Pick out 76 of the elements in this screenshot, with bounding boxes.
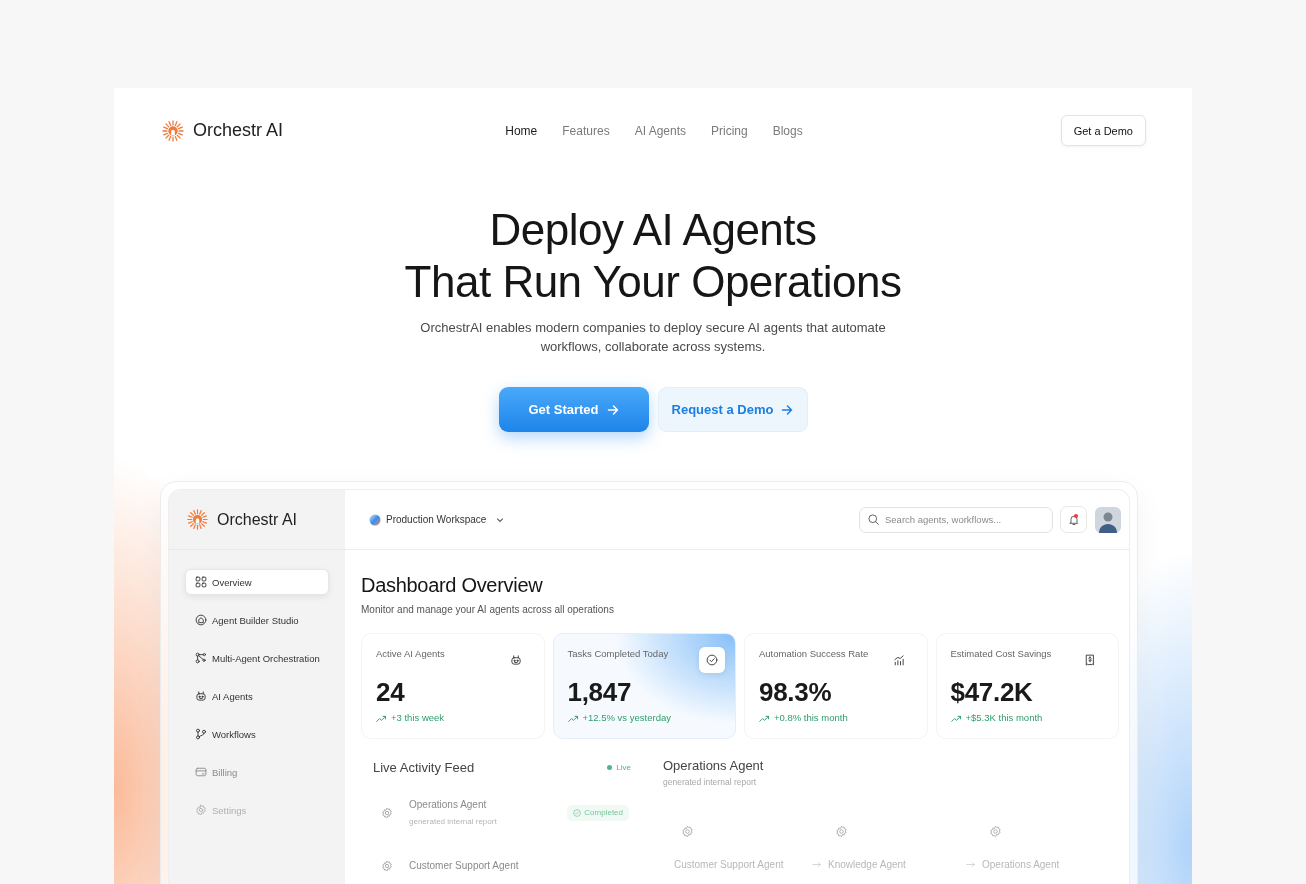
stat-value: 1,847 bbox=[567, 678, 633, 706]
stat-trend: +3 this week bbox=[391, 712, 445, 724]
stat-label: Active AI Agents bbox=[376, 648, 445, 659]
activity-description: generated internal report bbox=[409, 817, 497, 827]
nav-link[interactable]: Pricing bbox=[711, 123, 748, 138]
agent-name: Customer Support Agent bbox=[409, 860, 519, 872]
arrow-right-icon bbox=[966, 861, 976, 868]
feed-title: Live Activity Feed bbox=[373, 760, 475, 775]
grid-icon bbox=[195, 576, 207, 588]
stat-label: Estimated Cost Savings bbox=[950, 648, 1052, 659]
arrow-right-icon bbox=[781, 403, 794, 416]
hero-subtitle: OrchestrAI enables modern companies to deploy secure AI agents that automate workflows, collaborate across systems. bbox=[419, 319, 887, 356]
nav-link[interactable]: Blogs bbox=[772, 123, 803, 138]
dashboard-subtitle: Monitor and manage your AI agents across all operations bbox=[361, 604, 615, 616]
hero-title-line: That Run Your Operations bbox=[404, 256, 902, 308]
robot-icon bbox=[195, 690, 207, 702]
sidebar-item[interactable]: Agent Builder Studio bbox=[185, 607, 329, 633]
gear-icon bbox=[989, 825, 1002, 838]
settings-icon bbox=[195, 804, 207, 816]
brand-name: Orchestr AI bbox=[193, 120, 284, 141]
gear-icon bbox=[835, 825, 848, 838]
receipt-icon bbox=[1084, 654, 1096, 666]
nodes-icon bbox=[195, 652, 207, 664]
sunburst-logo-icon bbox=[187, 509, 208, 530]
dashboard-title: Dashboard Overview bbox=[361, 574, 544, 597]
agent-node-label: Operations Agent bbox=[982, 859, 1060, 871]
sidebar-item[interactable]: Workflows bbox=[185, 721, 329, 747]
check-circle-icon bbox=[573, 809, 582, 817]
get-demo-button[interactable]: Get a Demo bbox=[1060, 115, 1146, 146]
brand-name: Orchestr AI bbox=[217, 510, 298, 529]
gradient-orb-icon bbox=[369, 513, 381, 526]
agent-node-label: Customer Support Agent bbox=[674, 859, 784, 871]
nav-link[interactable]: Features bbox=[562, 123, 610, 138]
sunburst-logo-icon bbox=[162, 119, 184, 142]
agent-name: Operations Agent bbox=[409, 799, 487, 811]
stat-value: 98.3% bbox=[759, 678, 833, 706]
bell-icon bbox=[1067, 513, 1080, 526]
stat-trend: +$5.3K this month bbox=[965, 712, 1043, 724]
search-icon bbox=[868, 514, 879, 525]
stat-label: Automation Success Rate bbox=[759, 648, 869, 659]
stat-trend: +0.8% this month bbox=[774, 712, 848, 724]
workspace-selector[interactable]: Production Workspace bbox=[369, 513, 506, 526]
bar-chart-icon bbox=[892, 654, 905, 666]
agent-node-label: Knowledge Agent bbox=[828, 859, 906, 871]
branch-icon bbox=[195, 728, 207, 740]
live-label: Live bbox=[616, 763, 631, 772]
sidebar-item[interactable]: Multi-Agent Orchestration bbox=[185, 645, 329, 671]
nav-link[interactable]: AI Agents bbox=[634, 123, 686, 138]
status-label: Completed bbox=[584, 808, 623, 818]
trend-up-icon bbox=[759, 713, 770, 723]
nav-link[interactable]: Home bbox=[505, 123, 538, 138]
user-avatar-icon[interactable] bbox=[1095, 506, 1121, 533]
stat-trend: +12.5% vs yesterday bbox=[582, 712, 671, 724]
cta-button[interactable]: Request a Demo bbox=[657, 387, 808, 432]
gear-icon bbox=[381, 860, 393, 872]
arrow-right-icon bbox=[812, 861, 822, 868]
trend-up-icon bbox=[376, 713, 387, 723]
search-field[interactable]: Search agents, workflows... bbox=[859, 506, 1053, 533]
gear-icon bbox=[681, 825, 694, 838]
agent-description: generated internal report bbox=[663, 777, 757, 787]
trend-up-icon bbox=[567, 713, 579, 723]
sidebar-item[interactable]: AI Agents bbox=[185, 683, 329, 709]
notification-button[interactable] bbox=[1060, 506, 1087, 533]
agent-title: Operations Agent bbox=[663, 758, 764, 773]
arrow-right-icon bbox=[606, 403, 619, 416]
hero-title-line: Deploy AI Agents bbox=[488, 204, 818, 256]
stat-value: 24 bbox=[376, 678, 406, 706]
robot-icon bbox=[509, 654, 522, 666]
house-circle-icon bbox=[195, 614, 207, 626]
sidebar-item[interactable]: Overview bbox=[185, 569, 329, 595]
stat-label: Tasks Completed Today bbox=[567, 648, 669, 659]
gear-icon bbox=[381, 807, 393, 819]
status-dot-icon bbox=[607, 765, 613, 770]
card-icon bbox=[195, 766, 207, 778]
trend-up-icon bbox=[950, 713, 962, 723]
stat-value: $47.2K bbox=[950, 678, 1034, 706]
